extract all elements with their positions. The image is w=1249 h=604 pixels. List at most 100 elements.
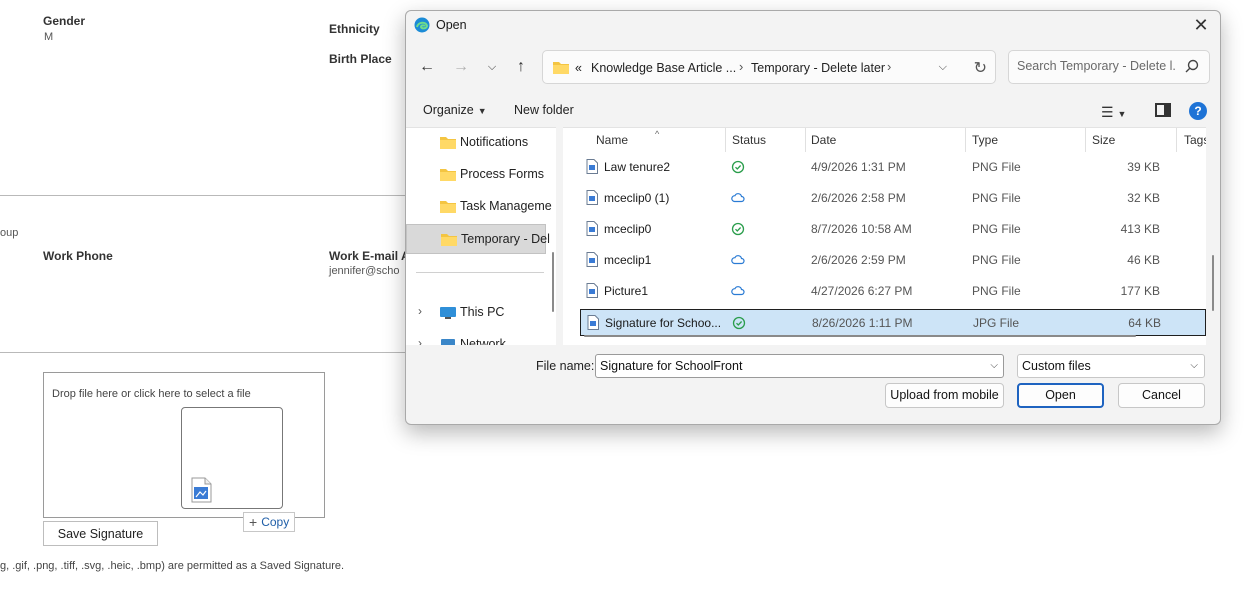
file-size: 413 KB: [1120, 222, 1160, 236]
forward-arrow-icon[interactable]: →: [449, 57, 473, 79]
file-type: JPG File: [973, 316, 1020, 330]
navigation-pane: Notifications Process Forms Task Managem…: [406, 127, 556, 345]
breadcrumb-item[interactable]: Temporary - Delete later: [751, 61, 885, 75]
preview-pane-icon[interactable]: [1155, 103, 1171, 117]
close-icon[interactable]: ✕: [1190, 15, 1212, 37]
organize-label: Organize: [423, 103, 474, 117]
column-divider[interactable]: [805, 128, 806, 152]
column-header-status[interactable]: Status: [732, 133, 766, 147]
new-folder-button[interactable]: New folder: [514, 103, 574, 117]
file-name-input[interactable]: [600, 359, 980, 373]
nav-item-process-forms[interactable]: Process Forms: [406, 160, 546, 190]
file-size: 32 KB: [1127, 191, 1160, 205]
recent-locations-chevron-icon[interactable]: ⌵: [480, 57, 504, 79]
refresh-icon[interactable]: ↻: [974, 58, 987, 78]
file-name: mceclip1: [604, 253, 652, 267]
folder-icon: [441, 234, 457, 246]
file-row[interactable]: mceclip1 2/6/2026 2:59 PM PNG File 46 KB: [580, 247, 1206, 274]
file-name: Signature for Schoo...: [605, 316, 722, 330]
file-list-vertical-scrollbar[interactable]: [1212, 255, 1214, 311]
nav-item-notifications[interactable]: Notifications: [406, 128, 546, 158]
signature-dropzone[interactable]: Drop file here or click here to select a…: [43, 372, 325, 518]
column-header-type[interactable]: Type: [972, 133, 998, 147]
file-row[interactable]: mceclip0 (1) 2/6/2026 2:58 PM PNG File 32 K…: [580, 185, 1206, 212]
address-dropdown-chevron-icon[interactable]: ⌵: [939, 61, 947, 74]
view-options-icon[interactable]: ☰ ▼: [1101, 104, 1126, 121]
dropzone-text: Drop file here or click here to select a…: [52, 388, 251, 400]
column-header-name[interactable]: Name ^: [596, 129, 659, 147]
column-divider[interactable]: [725, 128, 726, 152]
breadcrumb-chevron-icon[interactable]: ›: [739, 59, 743, 74]
dialog-toolbar: Organize ▼ New folder: [406, 95, 1220, 125]
expand-chevron-icon[interactable]: ›: [418, 336, 422, 345]
dialog-title: Open: [436, 18, 467, 32]
column-divider[interactable]: [965, 128, 966, 152]
file-date: 4/9/2026 1:31 PM: [811, 160, 906, 174]
image-file-icon: [587, 315, 599, 330]
column-header-tags[interactable]: Tags: [1184, 133, 1206, 147]
file-size: 46 KB: [1127, 253, 1160, 267]
section-divider: [0, 352, 420, 353]
edge-browser-icon: [414, 17, 430, 33]
gender-label: Gender: [43, 14, 86, 28]
open-file-dialog: Open ✕ ← → ⌵ ↑ « Knowledge Base Article …: [405, 10, 1221, 425]
file-name-label: File name:: [536, 359, 595, 373]
birth-place-label: Birth Place: [329, 52, 392, 66]
column-header-size[interactable]: Size: [1092, 133, 1115, 147]
image-file-icon: [586, 252, 598, 267]
chevron-down-icon: ⌵: [1190, 360, 1198, 371]
image-file-icon: [586, 159, 598, 174]
chevron-down-icon[interactable]: ⌵: [990, 360, 998, 371]
file-size: 177 KB: [1120, 284, 1160, 298]
image-file-icon: [191, 477, 212, 503]
section-divider: [0, 195, 420, 196]
folder-icon: [440, 201, 456, 213]
nav-item-this-pc[interactable]: › This PC: [406, 298, 546, 328]
file-type-select[interactable]: Custom files ⌵: [1017, 354, 1205, 378]
breadcrumb-overflow[interactable]: «: [575, 61, 582, 75]
copy-button[interactable]: + Copy: [243, 512, 296, 532]
synced-checkmark-icon: [732, 316, 746, 330]
address-bar[interactable]: « Knowledge Base Article ... › Temporary…: [542, 50, 996, 84]
file-list-horizontal-scrollbar[interactable]: [584, 335, 1136, 337]
organize-button[interactable]: Organize ▼: [423, 103, 487, 117]
open-button[interactable]: Open: [1017, 383, 1104, 408]
dialog-titlebar: Open ✕: [406, 11, 1220, 39]
file-row[interactable]: Law tenure2 4/9/2026 1:31 PM PNG File 39 KB: [580, 154, 1206, 181]
column-divider[interactable]: [1085, 128, 1086, 152]
nav-item-temporary[interactable]: Temporary - Del: [406, 224, 550, 254]
file-name-combobox[interactable]: ⌵: [595, 354, 1004, 378]
work-email-label: Work E-mail A: [329, 249, 410, 263]
help-icon[interactable]: ?: [1189, 102, 1207, 120]
permitted-formats-note: g, .gif, .png, .tiff, .svg, .heic, .bmp)…: [0, 560, 345, 572]
file-date: 8/26/2026 1:11 PM: [812, 316, 913, 330]
file-row[interactable]: Signature for Schoo... 8/26/2026 1:11 PM J…: [580, 309, 1206, 336]
file-date: 2/6/2026 2:58 PM: [811, 191, 906, 205]
nav-item-label: This PC: [460, 305, 505, 319]
nav-item-network[interactable]: › Network: [406, 330, 546, 345]
computer-icon: [440, 307, 456, 319]
up-arrow-icon[interactable]: ↑: [509, 57, 533, 79]
file-type: PNG File: [972, 160, 1021, 174]
caret-down-icon: ▼: [477, 106, 487, 116]
breadcrumb-chevron-icon[interactable]: ›: [887, 59, 891, 74]
plus-icon: +: [249, 514, 258, 530]
breadcrumb-item[interactable]: Knowledge Base Article ...: [591, 61, 736, 75]
folder-icon: [440, 169, 456, 181]
column-header-date[interactable]: Date: [811, 133, 836, 147]
back-arrow-icon[interactable]: ←: [415, 57, 439, 79]
ethnicity-label: Ethnicity: [329, 22, 380, 36]
save-signature-button[interactable]: Save Signature: [43, 521, 158, 546]
nav-item-task-management[interactable]: Task Manageme: [406, 192, 552, 222]
column-divider[interactable]: [1176, 128, 1177, 152]
synced-checkmark-icon: [731, 160, 745, 174]
nav-scrollbar[interactable]: [552, 252, 554, 312]
upload-from-mobile-button[interactable]: Upload from mobile: [885, 383, 1004, 408]
file-row[interactable]: mceclip0 8/7/2026 10:58 AM PNG File 413 KB: [580, 216, 1206, 243]
cancel-button[interactable]: Cancel: [1118, 383, 1205, 408]
expand-chevron-icon[interactable]: ›: [418, 304, 422, 318]
file-row[interactable]: Picture1 4/27/2026 6:27 PM PNG File 177 KB: [580, 278, 1206, 305]
search-box[interactable]: [1008, 50, 1210, 84]
nav-item-label: Temporary - Del: [461, 232, 550, 246]
search-input[interactable]: [1017, 59, 1177, 73]
